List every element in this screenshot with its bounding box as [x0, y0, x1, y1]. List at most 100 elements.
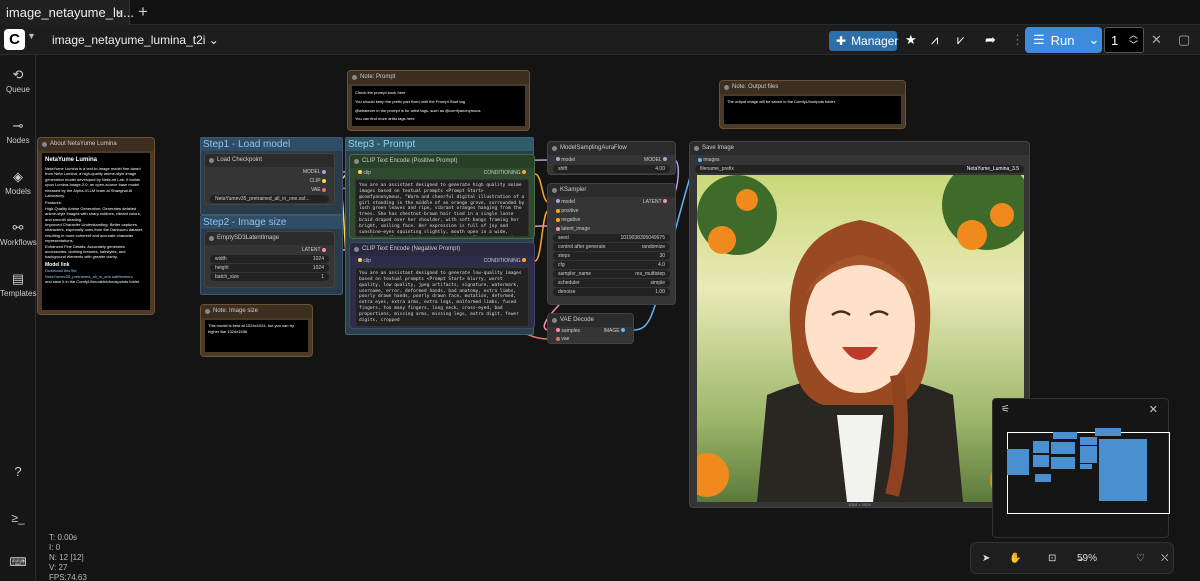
node-title: ModelSamplingAuraFlow [548, 142, 675, 155]
run-button[interactable]: ☰ Run ⌄ [1025, 27, 1102, 53]
close-icon[interactable]: ✕ [1151, 32, 1162, 48]
output-vae[interactable]: VAE [205, 185, 334, 194]
sidebar-item-workflows[interactable]: ⚯ Workflows [0, 220, 37, 247]
note-text: High-Quality Anime Generation: Generates… [45, 205, 141, 222]
minimap[interactable]: ⚟ ✕ [992, 398, 1170, 538]
note-image-size[interactable]: Note: Image size This model is best at 1… [200, 304, 313, 357]
output-dot[interactable] [322, 178, 326, 183]
input-negative[interactable]: negative [548, 215, 675, 224]
workflow-name[interactable]: image_netayume_lumina_t2i ⌄ [52, 33, 219, 47]
output-clip[interactable]: CLIP [205, 176, 334, 185]
sidebar-item-models[interactable]: ◈ Models [0, 169, 36, 196]
control-after-generate-widget[interactable]: control after generate randomize [553, 243, 670, 251]
output-dot[interactable] [322, 247, 326, 252]
star-icon[interactable]: ★ [905, 32, 917, 48]
cfg-widget[interactable]: cfg 4.0 [553, 261, 670, 269]
width-widget[interactable]: width 1024 [210, 255, 329, 263]
note-link[interactable]: Download this file: NetaYumev35_pretrain… [45, 268, 147, 279]
input-positive[interactable]: positive [548, 206, 675, 215]
node-vae-decode[interactable]: VAE Decode samples IMAGE vae [547, 313, 634, 344]
note-text: NetaYume Lumina is a text-to-image model… [45, 166, 141, 199]
note-body: Check the prompt book here You should ke… [352, 86, 525, 126]
run-options-chevron-icon[interactable]: ⌄ [1089, 32, 1100, 48]
scheduler-widget[interactable]: scheduler simple [553, 279, 670, 287]
toggle-links-icon[interactable]: ♡ [1136, 553, 1145, 564]
input-clip[interactable]: clip [358, 257, 371, 264]
prompt-textarea[interactable]: You are an assistant designed to generat… [355, 267, 529, 327]
tab-close-icon[interactable]: × [115, 5, 123, 20]
output-model[interactable]: MODEL [644, 156, 667, 163]
note-prompt[interactable]: Note: Prompt Check the prompt book here … [347, 70, 530, 131]
widget-value: simple [650, 280, 665, 286]
node-save-image[interactable]: Save Image images filename_prefix NetaYum… [689, 141, 1030, 508]
group-title: Step2 - Image size [201, 216, 342, 229]
batch-size-widget[interactable]: batch_size 1 [210, 273, 329, 281]
input-images[interactable]: images [690, 155, 1029, 164]
output-conditioning[interactable]: CONDITIONING [484, 257, 526, 264]
note-about[interactable]: About NetaYume Lumina NetaYume Lumina Ne… [37, 137, 155, 315]
graph-canvas[interactable]: Step1 - Load model Step2 - Image size St… [37, 55, 1200, 581]
fullscreen-icon[interactable]: ▢ [1178, 32, 1190, 48]
height-widget[interactable]: height 1024 [210, 264, 329, 272]
logo-menu-caret-icon[interactable]: ▼ [27, 31, 36, 41]
keyboard-icon[interactable]: ⌨ [0, 555, 36, 569]
input-model[interactable]: model [556, 198, 575, 205]
drag-handle-icon[interactable]: ⋮ [1011, 32, 1024, 48]
input-model[interactable]: model [556, 156, 575, 163]
tab-bar: image_netayume_lu... × + [0, 0, 1200, 25]
node-ksampler[interactable]: KSampler model LATENT positive negative l… [547, 183, 676, 305]
sidebar-item-queue[interactable]: ⟲ Queue [0, 67, 36, 94]
help-icon[interactable]: ? [0, 464, 36, 479]
input-clip[interactable]: clip [358, 169, 371, 176]
hand-tool-icon[interactable]: ✋ [1009, 553, 1021, 564]
output-model[interactable]: MODEL [205, 167, 334, 176]
stat-fps: FPS:74.63 [49, 573, 87, 581]
output-dot[interactable] [322, 187, 326, 192]
hide-links-icon[interactable]: ⛌ [1161, 553, 1168, 564]
steps-widget[interactable]: steps 30 [553, 252, 670, 260]
node-clip-positive[interactable]: CLIP Text Encode (Positive Prompt) clip C… [349, 154, 535, 239]
node-empty-latent[interactable]: EmptySD3LatentImage LATENT width 1024 hei… [204, 231, 335, 288]
share-icon[interactable]: ➦ [985, 32, 996, 48]
manager-label: Manager [851, 34, 899, 48]
note-heading: NetaYume Lumina [45, 157, 98, 163]
output-latent[interactable]: LATENT [643, 198, 667, 205]
partial-run-icon[interactable]: ⩘ [931, 32, 938, 48]
input-latent-image[interactable]: latent_image [548, 224, 675, 233]
filename-prefix-widget[interactable]: filename_prefix NetaYume_Lumina_3.5 [695, 165, 1024, 173]
decrement-icon[interactable]: ﹀ [1129, 38, 1138, 51]
nodes-icon: ⊸ [12, 118, 24, 133]
node-title: CLIP Text Encode (Negative Prompt) [350, 243, 534, 256]
output-image[interactable]: IMAGE [603, 328, 625, 334]
shift-widget[interactable]: shift 4.00 [553, 165, 670, 173]
node-load-checkpoint[interactable]: Load Checkpoint MODEL CLIP VAE NetaYumev… [204, 153, 335, 205]
input-vae[interactable]: vae [548, 335, 633, 343]
note-output-files[interactable]: Note: Output files The output image will… [719, 80, 906, 129]
sidebar-item-label: Queue [5, 85, 31, 94]
stat-time: T: 0.00s [49, 533, 78, 542]
sidebar-item-templates[interactable]: ▤ Templates [0, 271, 36, 298]
new-tab-button[interactable]: + [138, 2, 148, 22]
input-samples[interactable]: samples [556, 328, 580, 334]
seed-widget[interactable]: seed 1019038305049975 [553, 234, 670, 242]
prompt-textarea[interactable]: You are an assistant designed to generat… [355, 179, 529, 237]
generated-image-illustration [697, 175, 1024, 502]
fit-view-icon[interactable]: ⊡ [1048, 553, 1056, 564]
output-latent[interactable]: LATENT [205, 245, 334, 254]
terminal-icon[interactable]: ≥_ [0, 511, 36, 525]
ckpt-name-combo[interactable]: NetaYumev35_pretrained_all_in_one.saf... [210, 195, 329, 203]
zoom-dropdown[interactable]: 59% ⌄ [1077, 553, 1097, 564]
denoise-widget[interactable]: denoise 1.00 [553, 288, 670, 296]
workflows-icon: ⚯ [12, 220, 24, 235]
sampler-name-widget[interactable]: sampler_name res_multistep [553, 270, 670, 278]
node-model-sampling[interactable]: ModelSamplingAuraFlow model MODEL shift 4.… [547, 141, 676, 175]
cancel-run-icon[interactable]: ⩗ [957, 32, 964, 48]
select-tool-icon[interactable]: ➤ [982, 553, 990, 564]
manager-button[interactable]: ✚ Manager [829, 31, 899, 51]
output-conditioning[interactable]: CONDITIONING [484, 169, 526, 176]
comfy-logo-icon[interactable]: C [4, 29, 25, 50]
sidebar-item-nodes[interactable]: ⊸ Nodes [0, 118, 36, 145]
tab-workflow[interactable]: image_netayume_lu... × [0, 0, 134, 25]
node-clip-negative[interactable]: CLIP Text Encode (Negative Prompt) clip C… [349, 242, 535, 329]
output-dot[interactable] [322, 169, 326, 174]
